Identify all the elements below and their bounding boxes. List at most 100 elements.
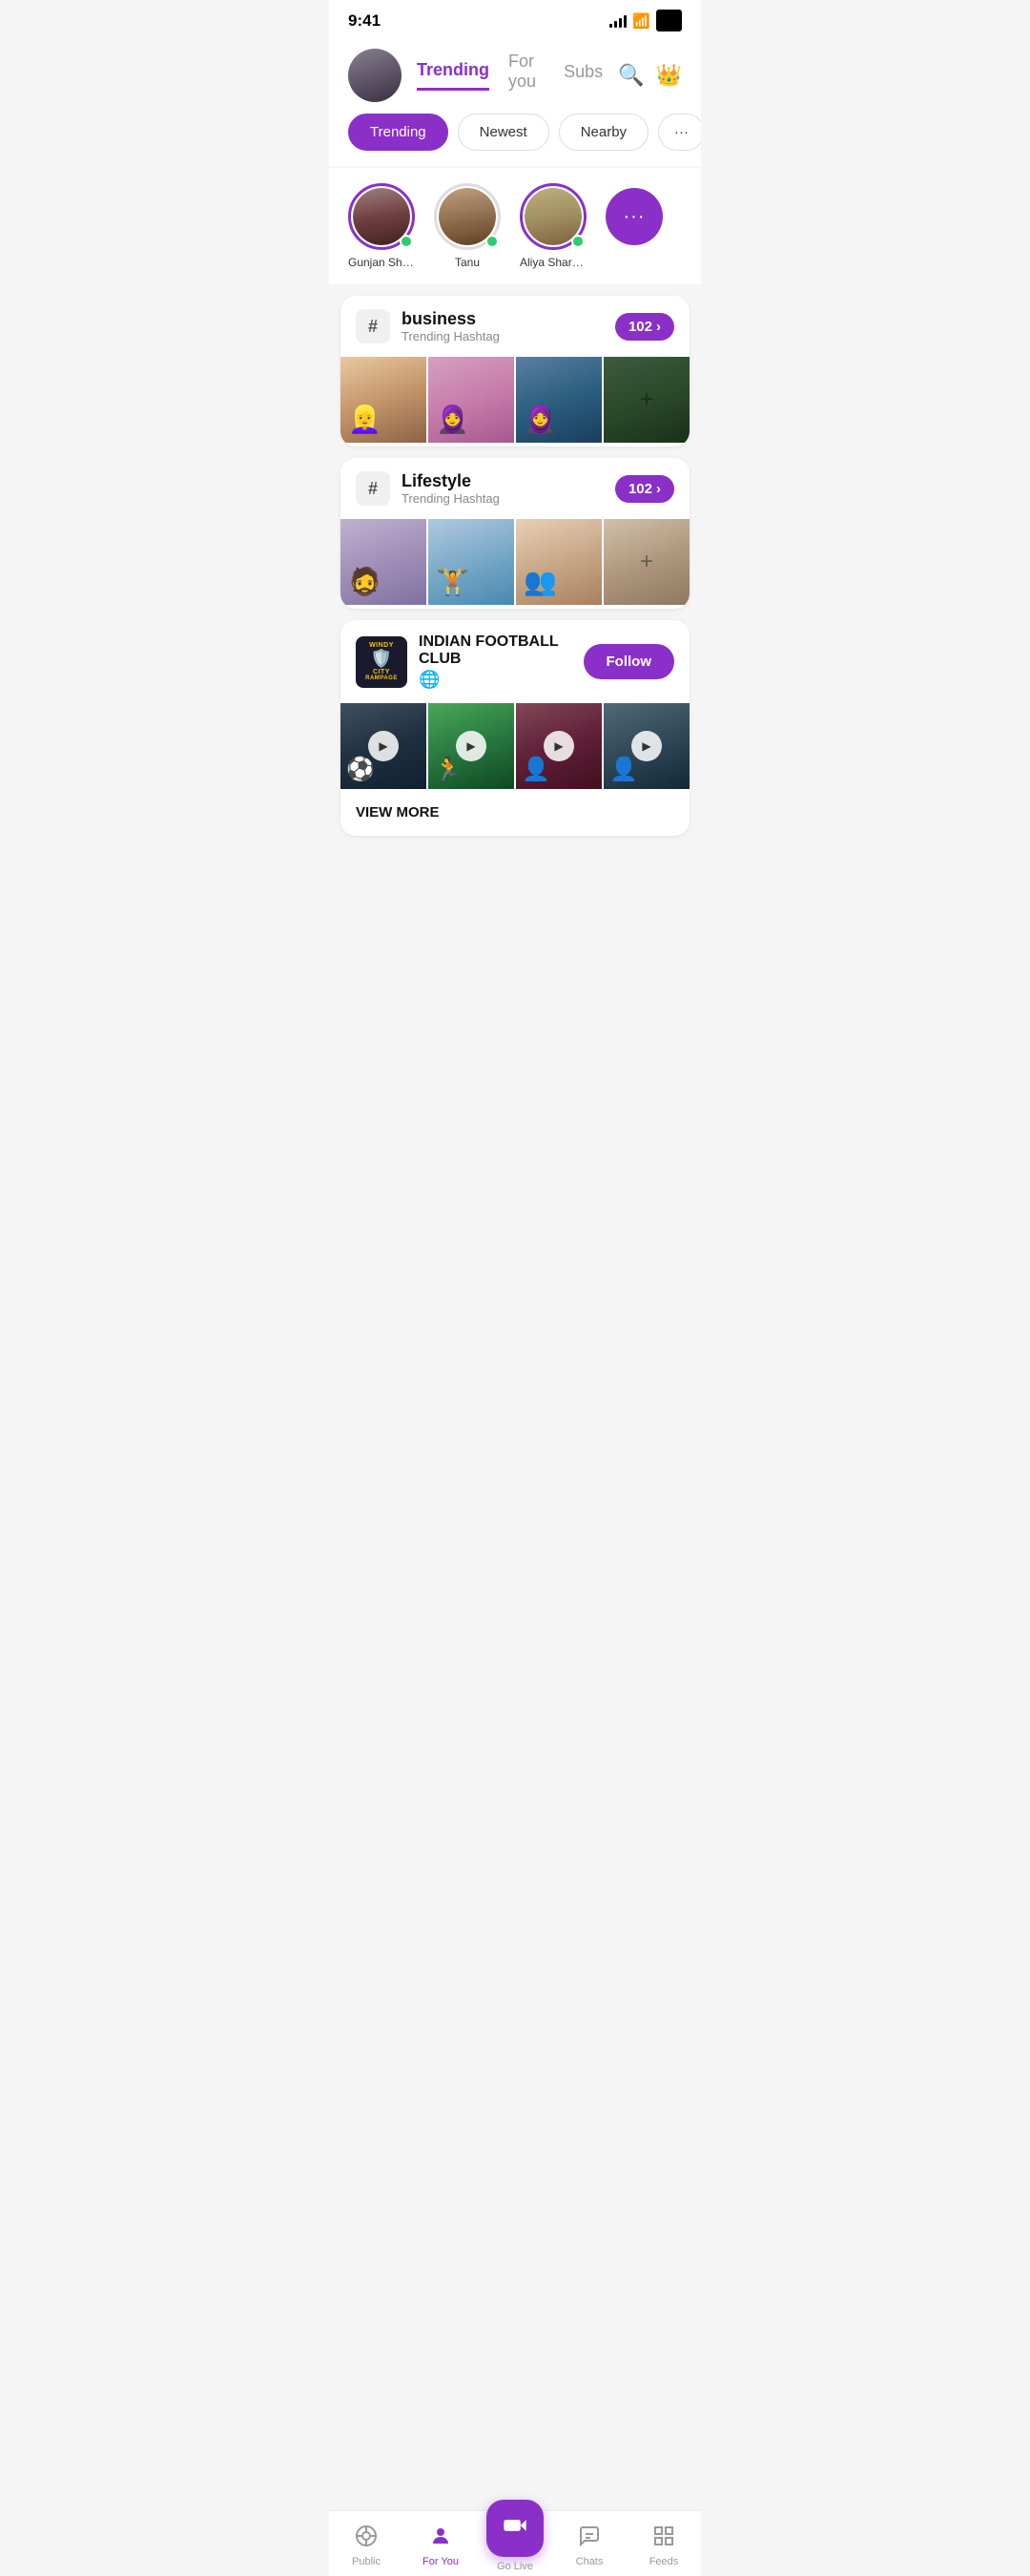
- nav-tabs: Trending For you Subs: [417, 52, 603, 99]
- nav-label-go-live: Go Live: [497, 2561, 533, 2572]
- follow-button[interactable]: Follow: [584, 644, 675, 679]
- globe-icon: 🌐: [419, 670, 572, 690]
- story-item-aliya[interactable]: Aliya Sharma: [520, 183, 587, 269]
- camera-icon: [502, 2512, 528, 2545]
- image-thumbnail: 🏋️: [428, 519, 514, 605]
- nav-item-chats[interactable]: Chats: [552, 2524, 627, 2567]
- play-button[interactable]: ▶: [456, 731, 486, 761]
- bottom-nav: Public For You Go Live: [329, 2510, 701, 2576]
- story-item-tanu[interactable]: Tanu: [434, 183, 501, 269]
- filter-trending[interactable]: Trending: [348, 114, 448, 151]
- club-logo: WINDY 🛡️ city RAMPAGE: [356, 636, 407, 688]
- club-info: INDIAN FOOTBALL CLUB 🌐: [419, 634, 572, 690]
- video-thumb[interactable]: 👤 ▶: [516, 703, 602, 789]
- tab-subs[interactable]: Subs: [564, 62, 603, 90]
- filter-newest[interactable]: Newest: [458, 114, 549, 151]
- play-button[interactable]: ▶: [631, 731, 662, 761]
- more-stories-button[interactable]: ···: [606, 188, 663, 245]
- content-section: # business Trending Hashtag 102 › 👱‍♀️: [329, 284, 701, 859]
- story-item-gunjan[interactable]: Gunjan Sharma: [348, 183, 415, 269]
- nav-label-chats: Chats: [576, 2556, 604, 2567]
- hashtag-header: # Lifestyle Trending Hashtag 102 ›: [340, 458, 690, 519]
- online-indicator: [485, 235, 499, 248]
- grid-image[interactable]: 🧔: [340, 519, 426, 605]
- hashtag-count: 102: [628, 481, 652, 497]
- image-thumbnail: +: [604, 519, 690, 605]
- nav-item-feeds[interactable]: Feeds: [627, 2524, 701, 2567]
- filter-nearby[interactable]: Nearby: [559, 114, 649, 151]
- play-button[interactable]: ▶: [368, 731, 399, 761]
- image-thumbnail: 🧕: [516, 357, 602, 443]
- nav-item-for-you[interactable]: For You: [403, 2524, 478, 2567]
- tab-for-you[interactable]: For you: [508, 52, 545, 99]
- hashtag-image-grid: 👱‍♀️ 🧕 🧕 +: [340, 357, 690, 447]
- story-name: Tanu: [455, 256, 480, 269]
- grid-image[interactable]: 🧕: [516, 357, 602, 443]
- crown-icon[interactable]: 👑: [656, 63, 682, 88]
- hashtag-card-business: # business Trending Hashtag 102 › 👱‍♀️: [340, 296, 690, 447]
- image-thumbnail: +: [604, 357, 690, 443]
- logo-text-city: city: [373, 669, 390, 675]
- online-indicator: [571, 235, 585, 248]
- battery-icon: [656, 10, 682, 31]
- grid-image[interactable]: 👱‍♀️: [340, 357, 426, 443]
- video-grid: ⚽ ▶ 🏃 ▶ 👤 ▶: [340, 703, 690, 793]
- grid-image[interactable]: 🧕: [428, 357, 514, 443]
- tab-trending[interactable]: Trending: [417, 60, 489, 91]
- video-thumb[interactable]: 👤 ▶: [604, 703, 690, 789]
- grid-image[interactable]: 👥: [516, 519, 602, 605]
- grid-image[interactable]: +: [604, 357, 690, 443]
- status-time: 9:41: [348, 11, 381, 31]
- filter-more[interactable]: ···: [658, 114, 701, 151]
- play-button[interactable]: ▶: [544, 731, 574, 761]
- hashtag-count-badge[interactable]: 102 ›: [615, 475, 674, 503]
- feeds-icon: [652, 2524, 675, 2553]
- story-more[interactable]: ···: [606, 183, 663, 269]
- hashtag-name: Lifestyle: [402, 471, 604, 491]
- nav-label-feeds: Feeds: [649, 2556, 679, 2567]
- more-icon: ···: [624, 206, 646, 228]
- club-header: WINDY 🛡️ city RAMPAGE INDIAN FOOTBALL CL…: [340, 620, 690, 703]
- hashtag-info: business Trending Hashtag: [402, 309, 604, 343]
- logo-text-rampage: RAMPAGE: [365, 675, 398, 681]
- avatar[interactable]: [348, 49, 402, 102]
- hashtag-subtitle: Trending Hashtag: [402, 329, 604, 343]
- status-bar: 9:41 📶: [329, 0, 701, 39]
- hashtag-count-badge[interactable]: 102 ›: [615, 313, 674, 341]
- video-thumb[interactable]: 🏃 ▶: [428, 703, 514, 789]
- view-more-button[interactable]: VIEW MORE: [340, 793, 690, 836]
- hash-icon: #: [356, 471, 390, 506]
- grid-image[interactable]: 🏋️: [428, 519, 514, 605]
- image-thumbnail: 🧔: [340, 519, 426, 605]
- hashtag-header: # business Trending Hashtag 102 ›: [340, 296, 690, 357]
- signal-icon: [609, 14, 627, 28]
- hash-icon: #: [356, 309, 390, 343]
- image-thumbnail: 👥: [516, 519, 602, 605]
- nav-center: Go Live: [478, 2519, 552, 2572]
- public-icon: [355, 2524, 378, 2553]
- story-name: Aliya Sharma: [520, 256, 587, 269]
- hashtag-subtitle: Trending Hashtag: [402, 491, 604, 506]
- video-thumb[interactable]: ⚽ ▶: [340, 703, 426, 789]
- hashtag-name: business: [402, 309, 604, 329]
- image-thumbnail: 👱‍♀️: [340, 357, 426, 443]
- club-card: WINDY 🛡️ city RAMPAGE INDIAN FOOTBALL CL…: [340, 620, 690, 836]
- logo-text-top: WINDY: [369, 642, 394, 649]
- online-indicator: [400, 235, 413, 248]
- header: Trending For you Subs 🔍 👑: [329, 39, 701, 102]
- for-you-icon: [429, 2524, 452, 2553]
- hashtag-image-grid: 🧔 🏋️ 👥 +: [340, 519, 690, 609]
- chats-icon: [578, 2524, 601, 2553]
- logo-shield-icon: 🛡️: [371, 649, 392, 669]
- stories-section: Gunjan Sharma Tanu: [329, 168, 701, 284]
- wifi-icon: 📶: [632, 12, 650, 30]
- search-icon[interactable]: 🔍: [618, 63, 644, 88]
- hashtag-card-lifestyle: # Lifestyle Trending Hashtag 102 › 🧔: [340, 458, 690, 609]
- club-name: INDIAN FOOTBALL CLUB: [419, 634, 572, 668]
- nav-item-public[interactable]: Public: [329, 2524, 403, 2567]
- grid-image[interactable]: +: [604, 519, 690, 605]
- go-live-button[interactable]: [486, 2500, 544, 2557]
- filter-bar: Trending Newest Nearby ···: [329, 102, 701, 166]
- story-name: Gunjan Sharma: [348, 256, 415, 269]
- nav-label-for-you: For You: [422, 2556, 459, 2567]
